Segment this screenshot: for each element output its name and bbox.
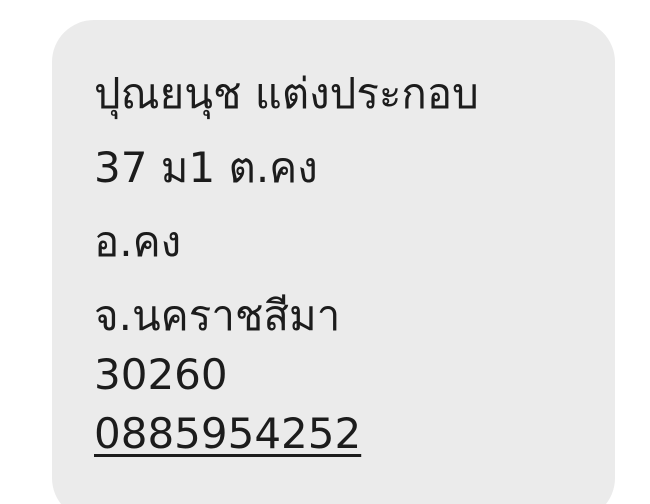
address-line-province: จ.นคราชสีมา <box>94 291 341 340</box>
postal-code: 30260 <box>94 350 228 399</box>
address-line-district: อ.คง <box>94 217 182 266</box>
address-line-house-village-subdistrict: 37 ม1 ต.คง <box>94 143 318 192</box>
phone-number-link[interactable]: 0885954252 <box>94 409 361 459</box>
recipient-name: ปุณยนุช แต่งประกอบ <box>94 69 479 118</box>
